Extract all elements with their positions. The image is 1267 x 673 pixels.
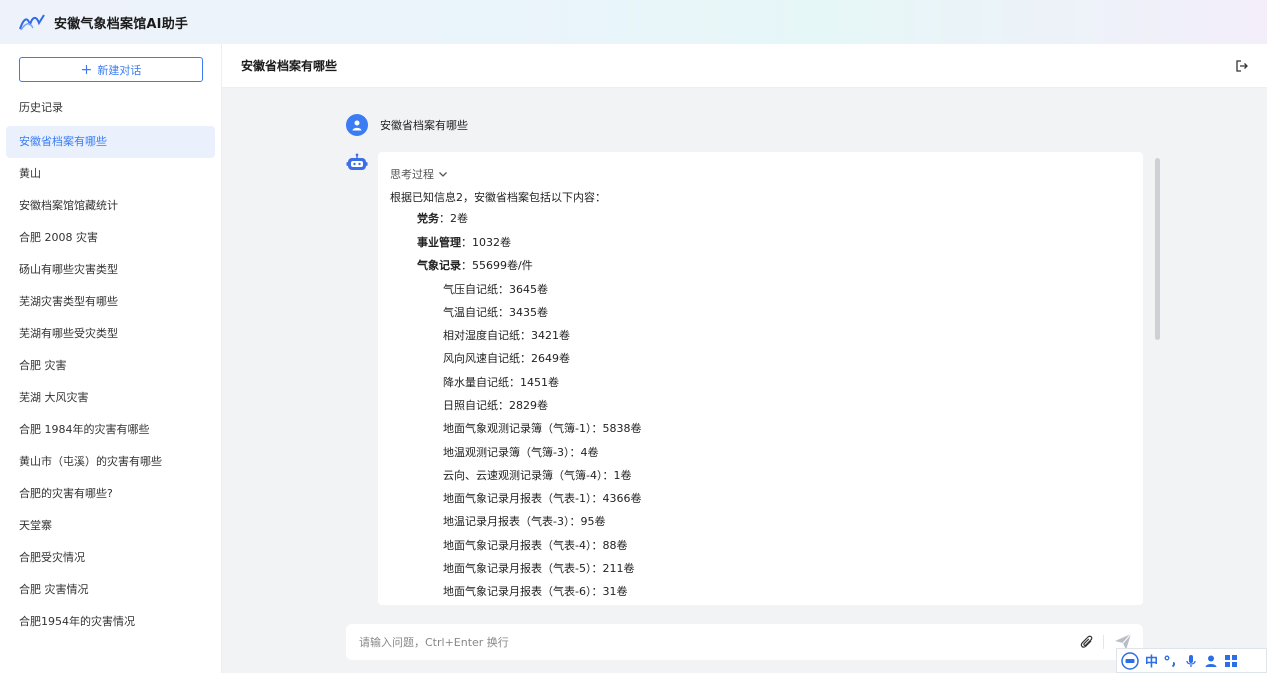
app-title: 安徽气象档案馆AI助手 [54, 16, 189, 32]
answer-subitem: 气压自记纸：3645卷 [443, 282, 548, 296]
user-icon[interactable] [1204, 654, 1218, 668]
history-list: 安徽省档案有哪些 黄山 安徽档案馆馆藏统计 合肥 2008 灾害 砀山有哪些灾害… [6, 126, 215, 638]
logout-icon[interactable] [1235, 59, 1249, 73]
bot-avatar-icon [346, 153, 368, 170]
chat-title: 安徽省档案有哪些 [241, 59, 338, 73]
answer-subitem: 日照自记纸：2829卷 [443, 398, 548, 412]
history-item[interactable]: 芜湖 大风灾害 [6, 382, 215, 414]
answer-item: 气象记录：55699卷/件 [417, 259, 533, 272]
answer-subitem: 地温记录月报表（气表-3）：95卷 [443, 515, 606, 529]
history-item[interactable]: 黄山 [6, 158, 215, 190]
think-toggle[interactable]: 思考过程 [390, 165, 1143, 183]
logo-icon [19, 14, 45, 31]
user-message: 安徽省档案有哪些 [346, 114, 468, 136]
chevron-down-icon [439, 172, 447, 177]
chat-area: 安徽省档案有哪些 安徽省档案有哪些 思考过程 根据已知信息2，安徽省档案包括以下… [222, 44, 1267, 673]
chat-topbar: 安徽省档案有哪些 [222, 44, 1267, 88]
history-item[interactable]: 芜湖有哪些受灾类型 [6, 318, 215, 350]
ime-mode-toggle[interactable]: 中 [1145, 651, 1158, 670]
punctuation-icon[interactable] [1164, 654, 1178, 668]
chat-input-bar [346, 624, 1143, 660]
apps-grid-icon[interactable] [1224, 654, 1238, 668]
answer-item: 党务：2卷 [417, 212, 468, 225]
history-item[interactable]: 天堂寨 [6, 510, 215, 542]
history-item[interactable]: 合肥1954年的灾害情况 [6, 606, 215, 638]
think-label: 思考过程 [390, 168, 434, 181]
history-item[interactable]: 合肥受灾情况 [6, 542, 215, 574]
user-message-text: 安徽省档案有哪些 [380, 119, 468, 132]
answer-subitem: 地面气象观测记录簿（气簿-1）：5838卷 [443, 422, 642, 436]
history-item[interactable]: 合肥 2008 灾害 [6, 222, 215, 254]
ime-logo-icon[interactable] [1121, 651, 1139, 670]
question-input[interactable] [359, 635, 1039, 649]
history-item[interactable]: 安徽档案馆馆藏统计 [6, 190, 215, 222]
history-title: 历史记录 [19, 101, 63, 114]
new-chat-label: 新建对话 [97, 63, 142, 77]
history-item[interactable]: 安徽省档案有哪些 [6, 126, 215, 158]
answer-subitem: 地面气象记录月报表（气表-4）：88卷 [443, 538, 628, 552]
history-item[interactable]: 合肥的灾害有哪些? [6, 478, 215, 510]
microphone-icon[interactable] [1184, 654, 1198, 668]
user-avatar-icon [346, 114, 368, 136]
answer-subitem: 风向风速自记纸：2649卷 [443, 352, 570, 366]
answer-subitem: 云向、云速观测记录簿（气簿-4）：1卷 [443, 468, 632, 482]
ime-toolbar: 中 [1116, 648, 1267, 673]
answer-subitem: 地温观测记录簿（气簿-3）：4卷 [443, 445, 599, 459]
history-item[interactable]: 合肥 1984年的灾害有哪些 [6, 414, 215, 446]
answer-subitem: 地面气象记录月报表（气表-1）：4366卷 [443, 492, 642, 506]
history-item[interactable]: 黄山市（屯溪）的灾害有哪些 [6, 446, 215, 478]
history-item[interactable]: 合肥 灾害 [6, 350, 215, 382]
history-item[interactable]: 芜湖灾害类型有哪些 [6, 286, 215, 318]
plus-icon: + [80, 61, 93, 78]
new-chat-button[interactable]: + 新建对话 [19, 57, 203, 82]
app-header: 安徽气象档案馆AI助手 [0, 0, 1267, 44]
paperclip-icon[interactable] [1080, 634, 1094, 650]
answer-subitem: 地面气象记录月报表（气表-5）：211卷 [443, 562, 635, 576]
answer-subitem: 降水量自记纸：1451卷 [443, 375, 559, 389]
answer-subitem: 气温自记纸：3435卷 [443, 305, 548, 319]
history-item[interactable]: 合肥 灾害情况 [6, 574, 215, 606]
divider [1103, 635, 1104, 649]
answer-intro: 根据已知信息2，安徽省档案包括以下内容： [390, 191, 606, 204]
sidebar: + 新建对话 历史记录 安徽省档案有哪些 黄山 安徽档案馆馆藏统计 合肥 200… [0, 44, 222, 673]
history-item[interactable]: 砀山有哪些灾害类型 [6, 254, 215, 286]
answer-item: 事业管理：1032卷 [417, 235, 511, 249]
chat-scrollbar[interactable] [1155, 158, 1160, 340]
answer-subitem: 地面气象记录月报表（气表-6）：31卷 [443, 585, 628, 599]
answer-subitem: 相对湿度自记纸：3421卷 [443, 329, 570, 343]
bot-message: 思考过程 根据已知信息2，安徽省档案包括以下内容： 党务：2卷 事业管理：103… [378, 152, 1143, 605]
